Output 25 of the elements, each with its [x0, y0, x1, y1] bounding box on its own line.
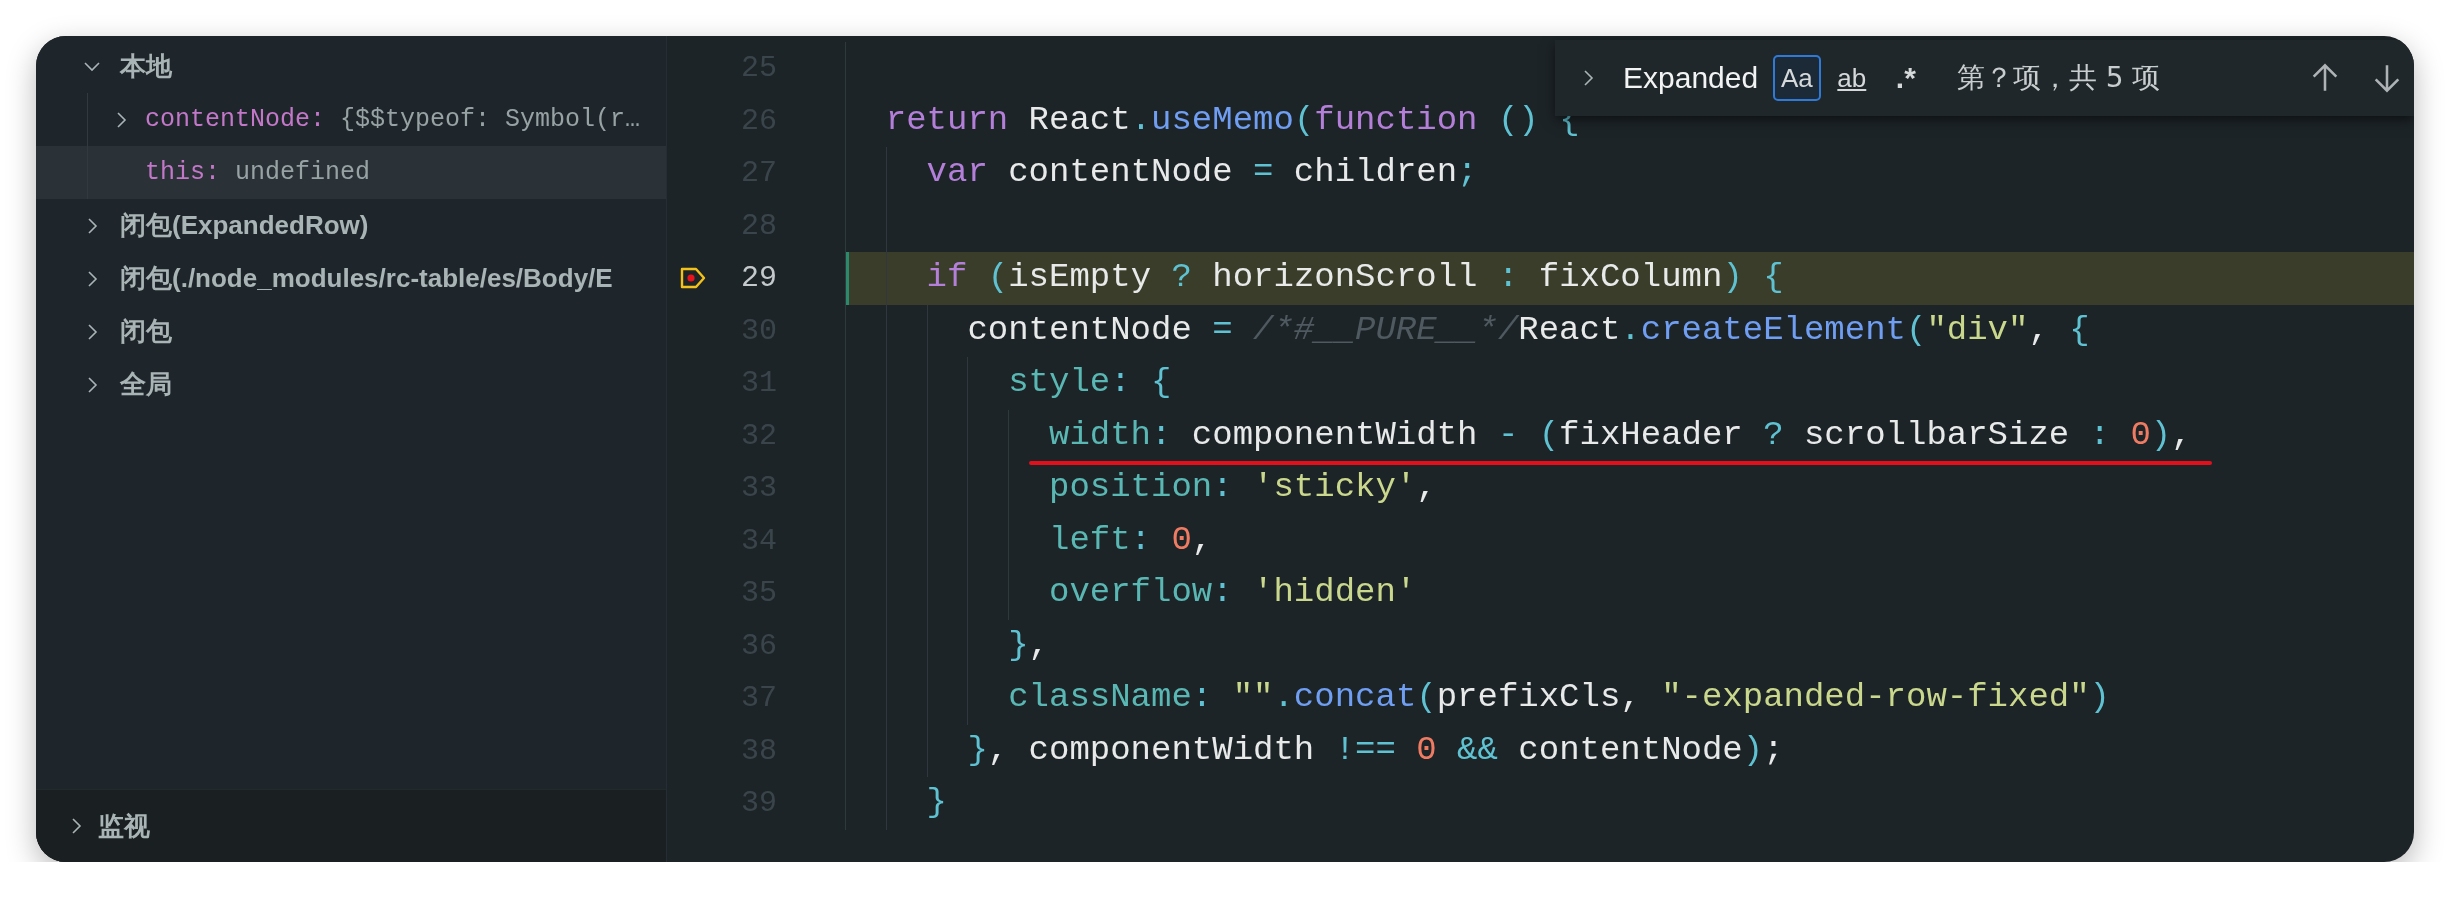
tree-item[interactable]: 本地 — [36, 40, 666, 93]
code-line: width: componentWidth - (fixHeader ? scrollbarSize : 0), — [1029, 414, 2212, 465]
code-line: style: { — [1008, 362, 1172, 404]
tree-item[interactable]: 闭包 — [36, 305, 666, 358]
tree-item[interactable]: 闭包(./node_modules/rc-table/es/Body/E — [36, 252, 666, 305]
option-toggle[interactable]: .* — [1882, 55, 1929, 101]
option-toggle[interactable]: ab — [1828, 55, 1875, 101]
code-line: left: 0, — [1049, 519, 1213, 561]
code-line: } — [926, 782, 947, 824]
code-line: className: "".concat(prefixCls, "-expanded-row-fixed") — [1008, 677, 2110, 719]
line-number: 29 — [740, 261, 777, 296]
tree-item[interactable]: this: undefined — [36, 146, 666, 199]
tree-item[interactable]: 闭包(ExpandedRow) — [36, 199, 666, 252]
code-line: }, componentWidth !== 0 && contentNode); — [967, 729, 1784, 771]
tree-item[interactable]: 全局 — [36, 358, 666, 411]
code-line: }, — [1008, 624, 1049, 666]
option-toggle[interactable]: Aa — [1773, 55, 1821, 101]
code-line: var contentNode = children; — [926, 152, 1478, 194]
code-line: if (isEmpty ? horizonScroll : fixColumn) { — [926, 257, 1784, 299]
code-line: overflow: 'hidden' — [1049, 572, 1417, 614]
section-header[interactable]: 监视 — [36, 790, 666, 862]
code-line: contentNode = /*#__PURE__*/React.createElement("div", { — [967, 309, 2090, 351]
match-count: 第？项，共 5 项 — [1956, 60, 2161, 96]
code-line: position: 'sticky', — [1049, 467, 1437, 509]
search-field[interactable]: Expanded — [1623, 61, 1773, 95]
